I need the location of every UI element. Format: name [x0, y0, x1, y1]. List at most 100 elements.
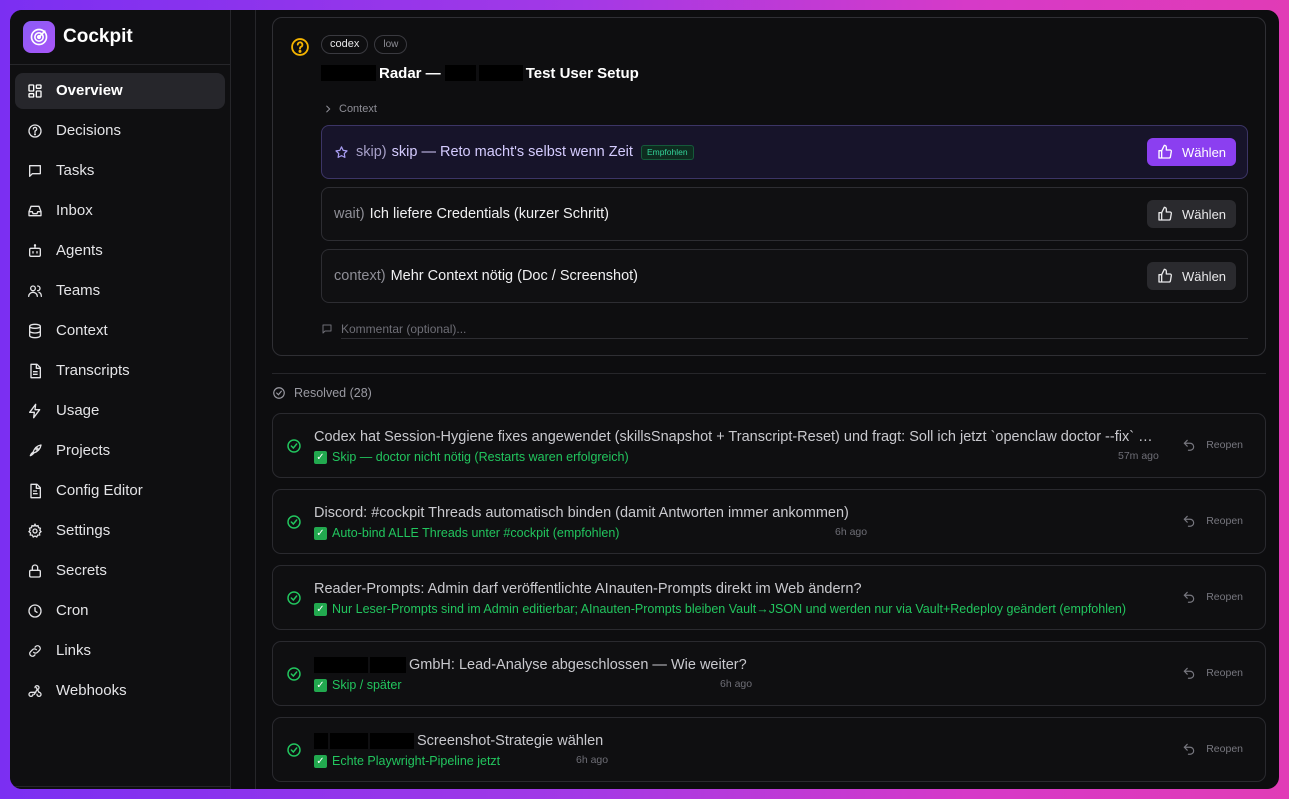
sidebar-item-label: Inbox: [56, 202, 93, 219]
redacted-text: [314, 657, 368, 673]
option-context[interactable]: context) Mehr Context nötig (Doc / Scree…: [321, 249, 1248, 303]
reopen-button[interactable]: Reopen: [1182, 514, 1243, 528]
resolved-time: 57m ago: [1118, 450, 1159, 462]
main-content: codex low Radar — Test User Setup Contex…: [231, 10, 1279, 789]
sidebar-item-agents[interactable]: Agents: [15, 233, 225, 269]
app-window: Cockpit Overview Decisions Tasks Inbox A…: [10, 10, 1279, 789]
redacted-text: [321, 65, 376, 81]
sidebar-item-overview[interactable]: Overview: [15, 73, 225, 109]
check-circle-icon: [273, 387, 285, 399]
sidebar-item-label: Settings: [56, 522, 111, 539]
redacted-text: [478, 65, 523, 81]
resolved-answer-text: Skip — doctor nicht nötig (Restarts ware…: [332, 450, 629, 464]
sidebar-item-teams[interactable]: Teams: [15, 273, 225, 309]
recommended-badge: Empfohlen: [640, 144, 694, 160]
resolved-section-header[interactable]: Resolved (28): [272, 386, 372, 400]
brand[interactable]: Cockpit: [10, 10, 230, 65]
reopen-button[interactable]: Reopen: [1182, 742, 1243, 756]
choose-button-label: Wählen: [1181, 206, 1227, 222]
thumbs-up-icon: [1158, 144, 1172, 159]
resolved-answer: ✓ Echte Playwright-Pipeline jetzt: [314, 753, 500, 769]
resolved-item[interactable]: Discord: #cockpit Threads automatisch bi…: [272, 489, 1266, 554]
content-rail: [255, 10, 256, 789]
undo-icon: [1183, 667, 1195, 679]
sidebar-item-usage[interactable]: Usage: [15, 393, 225, 429]
reopen-button[interactable]: Reopen: [1182, 438, 1243, 452]
rocket-icon: [29, 444, 42, 457]
decision-title-part2: Test User Setup: [525, 64, 639, 82]
resolved-title: Reader-Prompts: Admin darf veröffentlich…: [314, 580, 862, 598]
sidebar-item-secrets[interactable]: Secrets: [15, 553, 225, 589]
resolved-item[interactable]: GmbH: Lead-Analyse abgeschlossen — Wie w…: [272, 641, 1266, 706]
undo-icon: [1183, 591, 1195, 603]
chevron-right-icon: [326, 105, 331, 113]
sidebar-item-tasks[interactable]: Tasks: [15, 153, 225, 189]
choose-button-label: Wählen: [1181, 144, 1227, 160]
resolved-time: 6h ago: [720, 678, 753, 690]
bot-icon: [29, 244, 41, 257]
option-skip[interactable]: skip) skip — Reto macht's selbst wenn Ze…: [321, 125, 1248, 179]
section-divider: [272, 373, 1266, 374]
sidebar: Cockpit Overview Decisions Tasks Inbox A…: [10, 10, 231, 789]
resolved-title: Discord: #cockpit Threads automatisch bi…: [314, 504, 849, 522]
sidebar-item-config-editor[interactable]: Config Editor: [15, 473, 225, 509]
sidebar-nav: Overview Decisions Tasks Inbox Agents Te…: [10, 65, 230, 721]
sidebar-item-transcripts[interactable]: Transcripts: [15, 353, 225, 389]
choose-button[interactable]: Wählen: [1147, 200, 1236, 228]
sidebar-item-context[interactable]: Context: [15, 313, 225, 349]
reopen-button[interactable]: Reopen: [1182, 590, 1243, 604]
choose-button-label: Wählen: [1181, 268, 1227, 284]
check-circle-icon: [287, 667, 301, 681]
resolved-item[interactable]: Screenshot-Strategie wählen ✓ Echte Playw…: [272, 717, 1266, 782]
option-wait[interactable]: wait) Ich liefere Credentials (kurzer Sc…: [321, 187, 1248, 241]
sidebar-item-label: Webhooks: [56, 682, 127, 699]
sidebar-item-label: Usage: [56, 402, 100, 419]
checkmark-emoji-icon: ✓: [314, 526, 327, 540]
context-toggle-label: Context: [339, 103, 377, 115]
resolved-answer-text: Auto-bind ALLE Threads unter #cockpit (e…: [332, 526, 620, 540]
checkmark-emoji-icon: ✓: [314, 602, 327, 616]
sidebar-item-webhooks[interactable]: Webhooks: [15, 673, 225, 709]
thumbs-up-icon: [1158, 268, 1172, 283]
comment-icon: [322, 324, 332, 334]
choose-button[interactable]: Wählen: [1147, 138, 1236, 166]
gear-icon: [28, 523, 42, 538]
sidebar-item-label: Tasks: [56, 162, 95, 179]
undo-icon: [1183, 439, 1195, 451]
option-text: skip — Reto macht's selbst wenn Zeit: [391, 144, 633, 160]
sidebar-item-inbox[interactable]: Inbox: [15, 193, 225, 229]
redacted-text: [444, 65, 476, 81]
resolved-answer: ✓ Skip / später: [314, 677, 401, 693]
resolved-answer: ✓ Auto-bind ALLE Threads unter #cockpit (…: [314, 525, 619, 541]
resolved-item[interactable]: Codex hat Session-Hygiene fixes angewend…: [272, 413, 1266, 478]
comment-input[interactable]: [341, 319, 1248, 339]
resolved-header-label: Resolved (28): [294, 386, 372, 400]
sidebar-item-settings[interactable]: Settings: [15, 513, 225, 549]
resolved-title-text: Reader-Prompts: Admin darf veröffentlich…: [314, 581, 862, 597]
resolved-title-text: Screenshot-Strategie wählen: [417, 733, 604, 749]
option-key: context): [334, 268, 386, 284]
reopen-button[interactable]: Reopen: [1182, 666, 1243, 680]
resolved-title: GmbH: Lead-Analyse abgeschlossen — Wie w…: [314, 656, 747, 674]
resolved-item[interactable]: Reader-Prompts: Admin darf veröffentlich…: [272, 565, 1266, 630]
sidebar-item-label: Cron: [56, 602, 89, 619]
option-key: wait): [334, 206, 365, 222]
sidebar-item-projects[interactable]: Projects: [15, 433, 225, 469]
sidebar-item-decisions[interactable]: Decisions: [15, 113, 225, 149]
context-toggle[interactable]: Context: [323, 103, 377, 115]
sidebar-item-links[interactable]: Links: [15, 633, 225, 669]
sidebar-item-label: Agents: [56, 242, 103, 259]
choose-button[interactable]: Wählen: [1147, 262, 1236, 290]
sidebar-item-label: Decisions: [56, 122, 122, 139]
redacted-text: [370, 733, 414, 749]
thumbs-up-icon: [1158, 206, 1172, 221]
resolved-answer-text: Nur Leser-Prompts sind im Admin editierb…: [332, 602, 1127, 616]
resolved-title: Codex hat Session-Hygiene fixes angewend…: [314, 428, 1159, 446]
inbox-icon: [28, 205, 42, 217]
sidebar-item-label: Config Editor: [56, 482, 143, 499]
resolved-answer-text: Echte Playwright-Pipeline jetzt: [332, 754, 501, 768]
message-square-icon: [29, 165, 41, 177]
sidebar-item-cron[interactable]: Cron: [15, 593, 225, 629]
link-icon: [29, 645, 41, 657]
reopen-label: Reopen: [1206, 591, 1243, 603]
